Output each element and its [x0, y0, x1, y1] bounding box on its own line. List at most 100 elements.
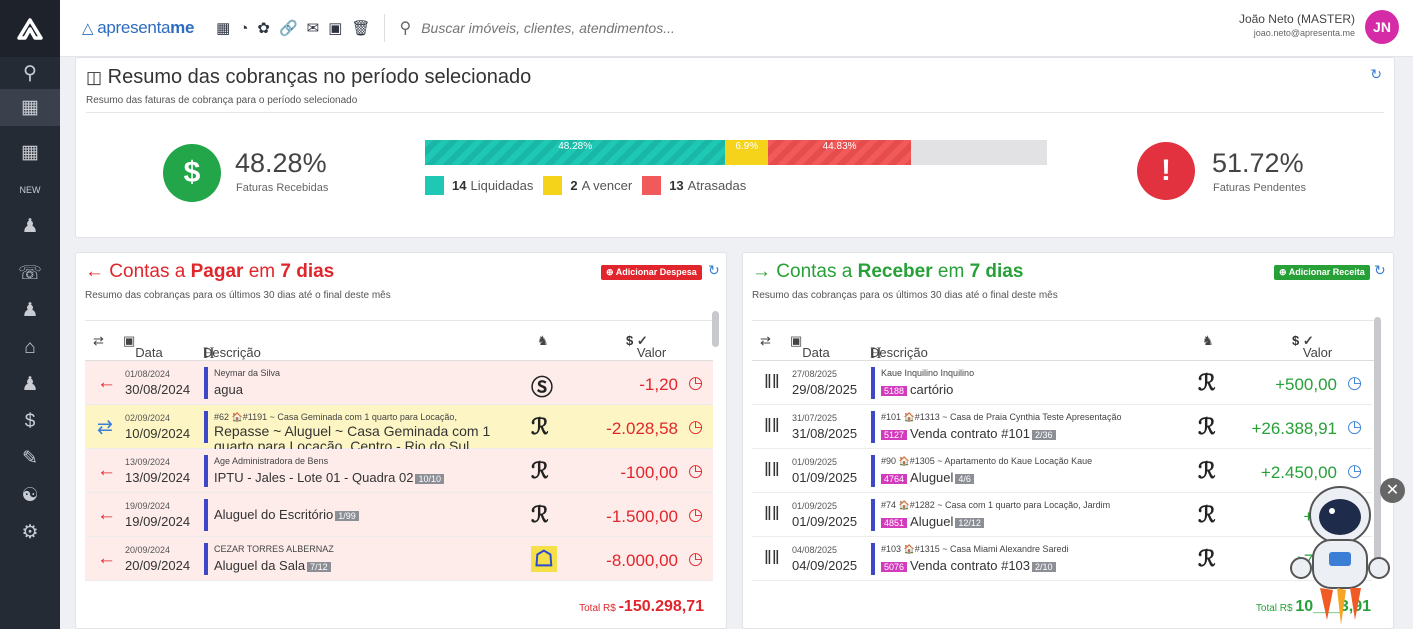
grid-icon[interactable]: ▦ [216, 19, 230, 37]
row-color-bar [871, 411, 875, 443]
row-code-tag: 4851 [881, 517, 908, 528]
sidebar-edit-icon[interactable]: ✎ [0, 440, 60, 477]
row-description: Aluguel da Sala 7/12 [214, 558, 331, 573]
search-icon[interactable]: ⚲ [399, 18, 411, 38]
sort-icon[interactable]: ⇄ [93, 333, 104, 349]
pending-percent: 51.72% [1212, 148, 1304, 178]
brand-logo[interactable]: △ apresenta me [82, 18, 194, 38]
row-description-text: Venda contrato #103 [910, 558, 1031, 573]
clock-icon[interactable]: ◷ [688, 373, 703, 393]
sidebar-new-icon[interactable]: NEW [0, 171, 60, 208]
row-meta: #74 🏠#1282 ~ Casa com 1 quarto para Loca… [881, 500, 1111, 510]
clock-icon[interactable]: ◷ [1347, 461, 1362, 481]
table-row[interactable]: ‖‖ 01/09/2025 01/09/2025 #90 🏠#1305 ~ Apart… [752, 449, 1372, 493]
row-date: 19/09/2024 [125, 514, 191, 529]
row-date-due: 01/09/2025 [792, 457, 838, 467]
add-income-button[interactable]: ⊕ Adicionar Receita [1274, 265, 1370, 280]
service-r-icon: ℛ [531, 458, 549, 483]
receivable-title-b: Receber [857, 261, 933, 282]
payable-subtitle: Resumo das cobranças para os últimos 30 … [85, 290, 391, 301]
installment-tag: 1/99 [335, 510, 359, 521]
receivable-title-a: Contas a [776, 261, 858, 282]
barcode-icon[interactable]: ‖‖ [764, 504, 780, 526]
summary-refresh-icon[interactable]: ↻ [1370, 66, 1382, 83]
sidebar-grid-icon[interactable]: ▦ [0, 134, 60, 171]
service-header-icon: ♞ [537, 333, 549, 348]
barcode-icon[interactable]: ‖‖ [764, 460, 780, 482]
sidebar-contacts-icon[interactable]: ♟ [0, 292, 60, 329]
row-date: 29/08/2025 [792, 382, 858, 397]
received-percent: 48.28% [235, 148, 327, 178]
sidebar-settings-icon[interactable]: ⚙ [0, 514, 60, 551]
row-meta: Neymar da Silva [214, 368, 281, 378]
row-color-bar [204, 543, 208, 575]
clock-icon[interactable]: ◷ [688, 549, 703, 569]
service-header-icon: ♞ [1202, 333, 1214, 348]
astronaut-mascot[interactable] [1285, 480, 1395, 629]
payable-refresh-icon[interactable]: ↻ [708, 262, 720, 279]
table-row[interactable]: ← 19/09/2024 19/09/2024 Aluguel do Escritór… [85, 493, 713, 537]
row-date: 30/08/2024 [125, 382, 191, 397]
paw-icon[interactable]: ✿ [257, 19, 270, 37]
table-row[interactable]: ‖‖ 31/07/2025 31/08/2025 #101 🏠#1313 ~ Casa… [752, 405, 1372, 449]
sidebar-team-icon[interactable]: ♟ [0, 366, 60, 403]
arrow-left-icon: ← [97, 372, 116, 393]
table-row[interactable]: ⇄ 02/09/2024 10/09/2024 #62 🏠#1191 ~ Casa G… [85, 405, 713, 454]
row-date-due: 19/09/2024 [125, 501, 171, 511]
date-header[interactable]: ▣ Data [790, 333, 830, 360]
date-header-label: Data [135, 345, 163, 360]
receivable-table-header: ⇄ ▣ Data H Descrição ♞ $ Valor ✓ [752, 320, 1380, 362]
payable-scrollbar[interactable] [712, 311, 719, 347]
sidebar-whatsapp-icon[interactable]: ☏ [0, 255, 60, 292]
link-icon[interactable]: 🔗 [279, 19, 298, 37]
table-row[interactable]: ← 13/09/2024 13/09/2024 Age Administradora … [85, 449, 713, 493]
row-meta: #90 🏠#1305 ~ Apartamento do Kaue Locação… [881, 456, 1093, 466]
sidebar-search-icon[interactable]: ⚲ [0, 57, 60, 89]
table-row[interactable]: ‖‖ 01/09/2025 01/09/2025 #74 🏠#1282 ~ Casa … [752, 493, 1372, 537]
app-logo-icon[interactable] [0, 0, 60, 57]
pie-chart-icon[interactable]: ◔ [239, 20, 248, 37]
search-bar: ⚲ [399, 18, 999, 38]
table-row[interactable]: ‖‖ 27/08/2025 29/08/2025 Kaue Inquilino Inq… [752, 361, 1372, 405]
value-header[interactable]: $ Valor ✓ [626, 333, 666, 360]
sort-icon[interactable]: ⇄ [760, 333, 771, 349]
pending-label: Faturas Pendentes [1213, 182, 1306, 194]
legend-label: A vencer [581, 178, 633, 193]
clock-icon[interactable]: ◷ [688, 461, 703, 481]
user-info[interactable]: João Neto (MASTER) joao.neto@apresenta.m… [1239, 12, 1355, 38]
clock-icon[interactable]: ◷ [1347, 417, 1362, 437]
payable-table-header: ⇄ ▣ Data H Descrição ♞ $ Valor ✓ [85, 320, 713, 362]
mail-icon[interactable]: ✉ [307, 19, 320, 37]
search-input[interactable] [421, 20, 982, 36]
barcode-icon[interactable]: ‖‖ [764, 416, 780, 438]
calendar-icon[interactable]: ▣ [328, 19, 342, 37]
sidebar-finance-icon[interactable]: $ [0, 403, 60, 440]
clock-icon[interactable]: ◷ [1347, 373, 1362, 393]
row-date-due: 02/09/2024 [125, 413, 171, 423]
barcode-icon[interactable]: ‖‖ [764, 548, 780, 570]
add-expense-button[interactable]: ⊕ Adicionar Despesa [601, 265, 702, 280]
payable-title: ← Contas a Pagar em 7 dias [85, 261, 334, 283]
receivable-title-c: em [932, 261, 970, 282]
table-row[interactable]: ← 20/09/2024 20/09/2024 CEZAR TORRES ALBERN… [85, 537, 713, 581]
table-row[interactable]: ← 01/08/2024 30/08/2024 Neymar da Silva agua… [85, 361, 713, 405]
sidebar-home-icon[interactable]: ⌂ [0, 329, 60, 366]
row-description-text: Aluguel [910, 514, 954, 529]
receivable-refresh-icon[interactable]: ↻ [1374, 262, 1386, 279]
sidebar-dashboard-icon[interactable]: ▦ [0, 89, 60, 126]
row-description: 4851 Aluguel 12/12 [881, 514, 984, 529]
avatar[interactable]: JN [1365, 10, 1399, 44]
legend-item: 13 Atrasadas [642, 176, 746, 195]
sidebar-user-icon[interactable]: ♟ [0, 208, 60, 245]
summary-title: ◫ Resumo das cobranças no período seleci… [86, 66, 531, 89]
clock-icon[interactable]: ◷ [688, 505, 703, 525]
date-header[interactable]: ▣ Data [123, 333, 163, 360]
row-value: -8.000,00 [606, 551, 678, 570]
value-header[interactable]: $ Valor ✓ [1292, 333, 1332, 360]
barcode-icon[interactable]: ‖‖ [764, 372, 780, 394]
table-row[interactable]: ‖‖ 04/08/2025 04/09/2025 #103 🏠#1315 ~ Casa… [752, 537, 1372, 581]
sidebar-handshake-icon[interactable]: ☯ [0, 477, 60, 514]
trash-icon[interactable]: 🗑 [351, 19, 370, 37]
summary-divider [86, 112, 1384, 113]
clock-icon[interactable]: ◷ [688, 417, 703, 437]
